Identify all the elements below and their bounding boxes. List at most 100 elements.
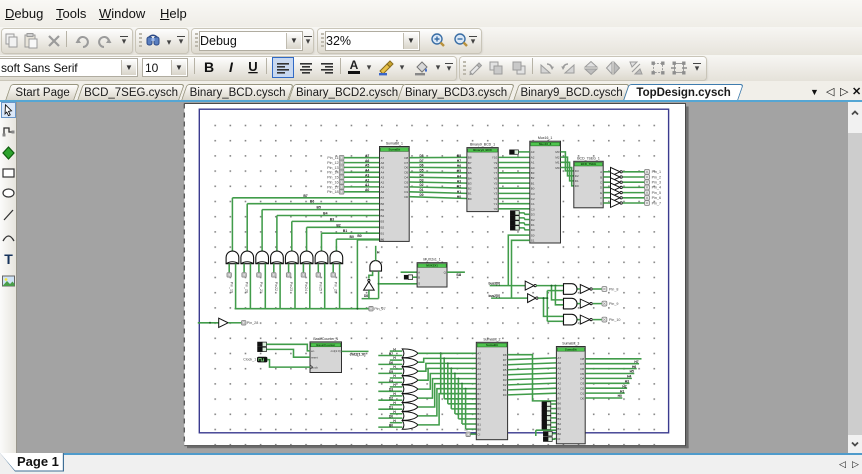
svg-text:D3: D3 bbox=[580, 382, 584, 386]
svg-text:B2: B2 bbox=[557, 422, 561, 426]
svg-text:D8: D8 bbox=[580, 357, 584, 361]
svg-text:SumaBit_1: SumaBit_1 bbox=[386, 142, 403, 146]
svg-text:D7: D7 bbox=[419, 159, 423, 163]
svg-text:H0: H0 bbox=[457, 195, 461, 199]
svg-text:D5: D5 bbox=[404, 171, 408, 175]
svg-text:A5: A5 bbox=[557, 366, 561, 370]
svg-text:B2: B2 bbox=[468, 187, 472, 191]
svg-text:Pin_10: Pin_10 bbox=[609, 318, 620, 322]
svg-text:B3: B3 bbox=[468, 181, 472, 185]
svg-text:B3: B3 bbox=[330, 217, 334, 221]
svg-text:cnt2[1:0]: cnt2[1:0] bbox=[350, 353, 367, 357]
svg-text:BasicCounter_1: BasicCounter_1 bbox=[313, 337, 338, 341]
svg-text:Pin_8: Pin_8 bbox=[609, 287, 618, 291]
svg-text:A3: A3 bbox=[381, 176, 385, 180]
svg-text:E: E bbox=[600, 191, 602, 195]
svg-text:en: en bbox=[311, 349, 315, 353]
svg-text:D1: D1 bbox=[531, 223, 535, 227]
svg-text:bus3[0]: bus3[0] bbox=[489, 281, 500, 285]
svg-text:D2: D2 bbox=[404, 185, 408, 189]
svg-text:Pin_20: Pin_20 bbox=[244, 282, 248, 293]
svg-text:B6: B6 bbox=[477, 397, 481, 401]
svg-text:Y7: Y7 bbox=[494, 171, 498, 175]
svg-text:A2: A2 bbox=[381, 180, 385, 184]
svg-text:Y3: Y3 bbox=[494, 192, 498, 196]
svg-text:B7: B7 bbox=[557, 397, 561, 401]
svg-text:Pin_26: Pin_26 bbox=[334, 282, 338, 293]
svg-text:Y5: Y5 bbox=[494, 181, 498, 185]
svg-text:B5: B5 bbox=[468, 171, 472, 175]
svg-text:A6: A6 bbox=[381, 161, 385, 165]
svg-text:B0: B0 bbox=[389, 424, 393, 428]
svg-text:D0: D0 bbox=[580, 396, 584, 400]
svg-text:D6: D6 bbox=[419, 164, 423, 168]
svg-text:Pin_6: Pin_6 bbox=[652, 196, 661, 200]
svg-text:H3: H3 bbox=[625, 380, 629, 384]
svg-text:B0: B0 bbox=[468, 197, 472, 201]
svg-text:D0: D0 bbox=[531, 228, 535, 232]
svg-text:D4: D4 bbox=[419, 174, 423, 178]
svg-text:SumaBit: SumaBit bbox=[486, 343, 498, 347]
svg-text:A: A bbox=[600, 170, 602, 174]
svg-text:A4: A4 bbox=[557, 371, 561, 375]
svg-text:D6: D6 bbox=[580, 367, 584, 371]
svg-text:B4: B4 bbox=[381, 214, 385, 218]
svg-text:Pin22: Pin22 bbox=[274, 282, 278, 291]
svg-text:D6: D6 bbox=[404, 166, 408, 170]
svg-text:B: B bbox=[418, 275, 420, 279]
svg-text:B3: B3 bbox=[557, 417, 561, 421]
svg-text:A7: A7 bbox=[365, 154, 369, 158]
svg-text:Binary9_BCD: Binary9_BCD bbox=[473, 148, 491, 152]
svg-text:B0: B0 bbox=[477, 427, 481, 431]
svg-text:D1: D1 bbox=[404, 190, 408, 194]
svg-text:Y0: Y0 bbox=[494, 207, 498, 211]
svg-text:B8: B8 bbox=[457, 154, 461, 158]
svg-text:D8: D8 bbox=[503, 353, 507, 357]
svg-text:H2: H2 bbox=[457, 185, 461, 189]
svg-text:Y6: Y6 bbox=[494, 176, 498, 180]
svg-text:H: H bbox=[377, 251, 380, 255]
svg-text:Pin_9: Pin_9 bbox=[609, 302, 618, 306]
svg-text:H6: H6 bbox=[632, 365, 636, 369]
svg-text:MUX2X1: MUX2X1 bbox=[426, 264, 438, 268]
svg-text:S0: S0 bbox=[531, 233, 535, 237]
svg-text:A4: A4 bbox=[381, 171, 385, 175]
svg-text:D0: D0 bbox=[404, 195, 408, 199]
svg-text:A2: A2 bbox=[557, 381, 561, 385]
svg-text:B0: B0 bbox=[357, 234, 361, 238]
svg-text:B5: B5 bbox=[477, 402, 481, 406]
svg-text:D0: D0 bbox=[419, 193, 423, 197]
svg-text:Pin_17: Pin_17 bbox=[327, 185, 338, 189]
svg-text:reset: reset bbox=[311, 356, 318, 360]
svg-text:D5: D5 bbox=[580, 372, 584, 376]
svg-text:B8: B8 bbox=[468, 156, 472, 160]
svg-text:A4: A4 bbox=[477, 367, 481, 371]
svg-text:D8: D8 bbox=[364, 294, 368, 298]
svg-text:D1: D1 bbox=[503, 388, 507, 392]
svg-text:A: A bbox=[418, 270, 420, 274]
svg-text:A1: A1 bbox=[557, 387, 561, 391]
svg-text:B2: B2 bbox=[381, 226, 385, 230]
svg-text:A5: A5 bbox=[365, 164, 369, 168]
svg-text:D2: D2 bbox=[419, 183, 423, 187]
svg-text:Pin_21: Pin_21 bbox=[259, 282, 263, 293]
svg-text:C2: C2 bbox=[531, 197, 535, 201]
svg-text:A1: A1 bbox=[381, 185, 385, 189]
svg-text:A3: A3 bbox=[557, 376, 561, 380]
svg-text:Binary9_BCD_1: Binary9_BCD_1 bbox=[470, 143, 495, 147]
svg-text:Pin23: Pin23 bbox=[289, 282, 293, 291]
svg-text:Pin_12: Pin_12 bbox=[327, 161, 338, 165]
svg-text:Y9: Y9 bbox=[494, 161, 498, 165]
svg-text:Pin_1: Pin_1 bbox=[652, 170, 661, 174]
svg-text:D1: D1 bbox=[575, 179, 579, 183]
svg-text:Pin_7: Pin_7 bbox=[652, 201, 661, 205]
svg-text:A3: A3 bbox=[531, 150, 535, 154]
svg-text:D8: D8 bbox=[404, 156, 408, 160]
svg-text:Pin_18: Pin_18 bbox=[327, 190, 338, 194]
svg-text:B5: B5 bbox=[557, 407, 561, 411]
svg-text:A2: A2 bbox=[531, 155, 535, 159]
svg-text:M3: M3 bbox=[555, 150, 559, 154]
svg-text:A6: A6 bbox=[557, 361, 561, 365]
svg-text:H1: H1 bbox=[620, 389, 624, 393]
svg-text:C1: C1 bbox=[531, 202, 535, 206]
